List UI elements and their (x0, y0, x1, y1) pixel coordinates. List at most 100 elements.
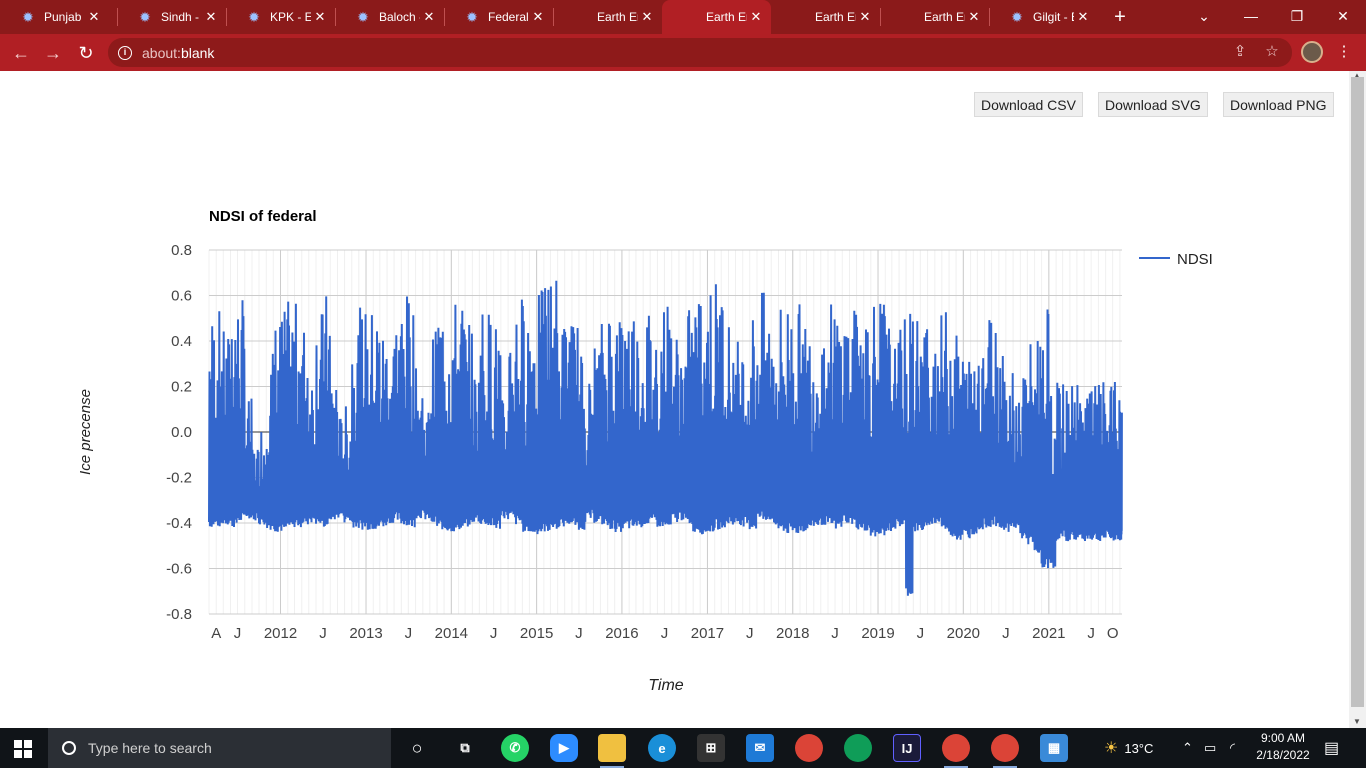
clock-date: 2/18/2022 (1256, 748, 1310, 762)
tab-separator (226, 8, 227, 26)
x-tick-label: 2015 (520, 625, 553, 642)
x-tick-label: 2014 (435, 625, 468, 642)
tab-separator (117, 8, 118, 26)
x-tick-label: 2018 (776, 625, 809, 642)
scroll-thumb[interactable] (1351, 77, 1364, 707)
browser-tab[interactable]: ✹ Punjab - ✕ (0, 0, 109, 34)
tab-label: Gilgit - E (1033, 10, 1074, 24)
browser-tab[interactable]: ✹ KPK - Ea✕ (226, 0, 335, 34)
minimize-button[interactable]: — (1228, 0, 1274, 34)
tab-close-icon[interactable]: ✕ (747, 9, 765, 25)
x-tick-label: J (405, 625, 413, 642)
scroll-down-arrow-icon[interactable]: ▼ (1353, 717, 1361, 726)
x-tick-label: J (746, 625, 754, 642)
x-tick-label: J (319, 625, 327, 642)
gear-icon: ✹ (248, 8, 260, 25)
tab-close-icon[interactable]: ✕ (311, 9, 329, 25)
y-tick-label: 0.8 (171, 242, 192, 259)
tab-separator (989, 8, 990, 26)
chrome-icon[interactable] (795, 734, 823, 762)
address-bar[interactable]: i about: blank (108, 38, 1292, 67)
new-tab-button[interactable]: + (1108, 5, 1132, 29)
browser-tab[interactable]: Earth En✕ (662, 0, 771, 34)
weather-sun-icon: ☀ (1104, 740, 1119, 757)
share-icon[interactable]: ⇪ (1230, 42, 1250, 62)
gear-icon: ✹ (357, 8, 369, 25)
browser-tab[interactable]: Earth En✕ (880, 0, 989, 34)
tab-label: KPK - Ea (270, 10, 311, 24)
whatsapp-icon[interactable]: ✆ (501, 734, 529, 762)
tab-label: Federal - (488, 10, 529, 24)
y-tick-label: 0.2 (171, 379, 192, 396)
legend-label: NDSI (1177, 251, 1213, 268)
forward-button[interactable]: → (40, 40, 66, 66)
tab-close-icon[interactable]: ✕ (202, 9, 220, 25)
tab-close-icon[interactable]: ✕ (856, 9, 874, 25)
x-axis-label: Time (648, 677, 684, 694)
tab-close-icon[interactable]: ✕ (420, 9, 438, 25)
chrome-profile-icon[interactable] (844, 734, 872, 762)
zoom-icon[interactable]: ▶ (550, 734, 578, 762)
battery-icon[interactable]: ▭ (1204, 728, 1216, 768)
tray-chevron-icon[interactable]: ⌃ (1182, 728, 1193, 768)
chrome-window-icon[interactable] (942, 734, 970, 768)
search-placeholder: Type here to search (88, 740, 212, 756)
close-window-button[interactable]: ✕ (1320, 0, 1366, 34)
restore-button[interactable]: ❐ (1274, 0, 1320, 34)
page-content: Download CSV Download SVG Download PNG 0… (0, 71, 1366, 728)
tab-close-icon[interactable]: ✕ (1074, 9, 1092, 25)
cortana-icon[interactable]: ○ (403, 734, 431, 762)
gear-icon: ✹ (139, 8, 151, 25)
browser-tab[interactable]: ✹ Baloch - ✕ (335, 0, 444, 34)
browser-tab[interactable]: ✹ Gilgit - E✕ (989, 0, 1098, 34)
x-tick-label: J (575, 625, 583, 642)
tab-close-icon[interactable]: ✕ (85, 9, 103, 25)
notifications-icon[interactable]: ▤ (1324, 728, 1339, 768)
y-tick-label: -0.6 (166, 561, 192, 578)
microsoft-store-icon[interactable]: ⊞ (697, 734, 725, 762)
browser-tab[interactable]: ✹ Federal - ✕ (444, 0, 553, 34)
gear-icon: ✹ (1011, 8, 1023, 25)
reload-button[interactable]: ↻ (73, 40, 99, 66)
tab-separator (335, 8, 336, 26)
taskbar-search-box[interactable]: Type here to search (48, 728, 391, 768)
bookmark-star-icon[interactable]: ☆ (1262, 42, 1282, 62)
tab-separator (553, 8, 554, 26)
menu-kebab-icon[interactable]: ⋮ (1334, 42, 1354, 62)
windows-start-icon[interactable] (14, 740, 32, 758)
page-scrollbar[interactable]: ▲ ▼ (1349, 71, 1366, 728)
ndsi-chart: 0.80.60.40.20.0-0.2-0.4-0.6-0.8A J 2012 J 20… (77, 208, 1213, 694)
x-tick-label: J (234, 625, 242, 642)
x-tick-label: 2013 (349, 625, 382, 642)
x-tick-label: J (661, 625, 669, 642)
x-tick-label: J (490, 625, 498, 642)
tab-close-icon[interactable]: ✕ (965, 9, 983, 25)
tab-close-icon[interactable]: ✕ (529, 9, 547, 25)
photos-icon[interactable]: ▦ (1040, 734, 1068, 762)
back-button[interactable]: ← (8, 40, 34, 66)
mail-icon[interactable]: ✉ (746, 734, 774, 762)
intellij-icon[interactable]: IJ (893, 734, 921, 762)
x-tick-label: J (917, 625, 925, 642)
browser-tab[interactable]: Earth En✕ (771, 0, 880, 34)
wifi-icon[interactable]: ◜ (1230, 728, 1235, 768)
browser-tab[interactable]: ✹ Sindh - E✕ (117, 0, 226, 34)
task-view-icon[interactable]: ⧉ (451, 734, 479, 762)
tab-label: Baloch - (379, 10, 420, 24)
gear-icon: ✹ (466, 8, 478, 25)
x-tick-label: 2021 (1032, 625, 1065, 642)
x-tick-label: O (1107, 625, 1119, 642)
weather-widget[interactable]: ☀ 13°C (1104, 728, 1153, 768)
temperature-label: 13°C (1124, 740, 1154, 756)
tab-close-icon[interactable]: ✕ (638, 9, 656, 25)
browser-tab[interactable]: Earth En✕ (553, 0, 662, 34)
file-explorer-icon[interactable] (598, 734, 626, 768)
edge-icon[interactable]: e (648, 734, 676, 762)
tab-separator (444, 8, 445, 26)
chart-title: NDSI of federal (209, 208, 317, 225)
site-info-icon[interactable]: i (118, 45, 132, 60)
profile-avatar[interactable] (1301, 41, 1323, 63)
taskbar-clock[interactable]: 9:00 AM 2/18/2022 (1250, 730, 1316, 764)
tab-search-chevron-icon[interactable]: ⌄ (1181, 0, 1227, 34)
chrome-active-icon[interactable] (991, 734, 1019, 768)
